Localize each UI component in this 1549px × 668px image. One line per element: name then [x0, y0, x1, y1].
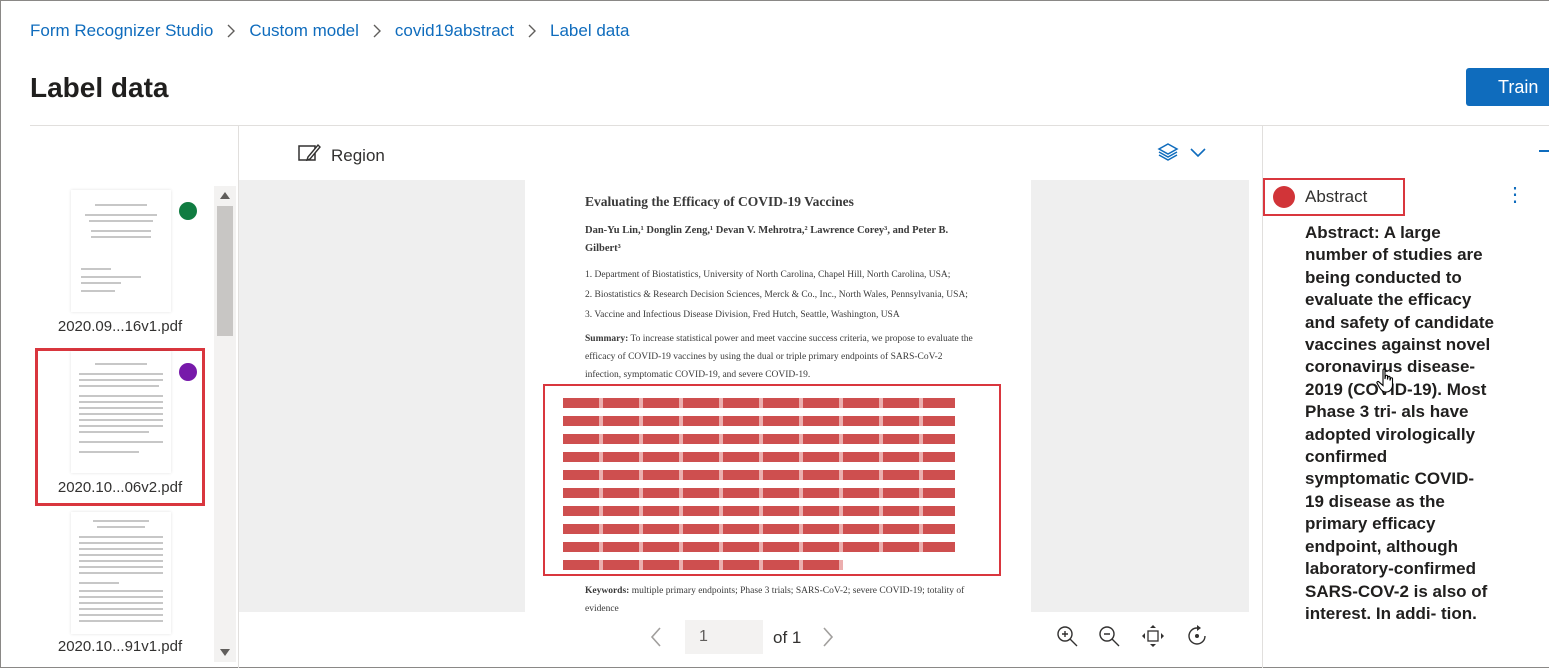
- layers-icon: [1157, 142, 1179, 167]
- doc-affiliation: 1. Department of Biostatistics, Universi…: [585, 270, 951, 280]
- breadcrumb-custom-model[interactable]: Custom model: [249, 21, 359, 41]
- doc-authors: Dan-Yu Lin,¹ Donglin Zeng,¹ Devan V. Meh…: [585, 225, 949, 254]
- page-count: of 1: [773, 628, 802, 647]
- scroll-down-icon[interactable]: [220, 649, 230, 656]
- chevron-down-icon: [1189, 146, 1207, 164]
- document-page[interactable]: Evaluating the Efficacy of COVID-19 Vacc…: [525, 180, 1031, 612]
- edit-region-icon: [297, 142, 321, 169]
- doc-keywords: Keywords: multiple primary endpoints; Ph…: [585, 582, 977, 612]
- chevron-right-icon: [372, 24, 382, 38]
- scroll-up-icon[interactable]: [220, 192, 230, 199]
- doc-affiliation: 3. Vaccine and Infectious Disease Divisi…: [585, 310, 900, 320]
- page-number-input[interactable]: [685, 620, 763, 654]
- region-tool-button[interactable]: Region: [297, 142, 385, 169]
- doc-keywords-text: multiple primary endpoints; Phase 3 tria…: [585, 586, 965, 612]
- doc-title: Evaluating the Efficacy of COVID-19 Vacc…: [585, 194, 854, 209]
- panel-accent: [1539, 150, 1549, 152]
- layers-button[interactable]: [1157, 142, 1207, 167]
- page-title: Label data: [30, 72, 169, 103]
- file-name: 2020.10...06v2.pdf: [57, 479, 183, 496]
- breadcrumb: Form Recognizer Studio Custom model covi…: [30, 21, 629, 41]
- chevron-right-icon[interactable]: [821, 626, 835, 653]
- chevron-left-icon[interactable]: [649, 626, 663, 653]
- field-value: Abstract: A large number of studies are …: [1305, 223, 1494, 623]
- pager: of 1: [239, 612, 1249, 668]
- document-canvas: Region Evaluating the Efficacy of COVID-…: [238, 126, 1249, 668]
- doc-affiliation: 2. Biostatistics & Research Decision Sci…: [585, 290, 968, 300]
- breadcrumb-label-data[interactable]: Label data: [550, 21, 629, 41]
- more-icon[interactable]: ⋮: [1505, 185, 1525, 205]
- rotate-icon[interactable]: [1185, 624, 1209, 653]
- doc-keywords-head: Keywords:: [585, 586, 630, 596]
- field-item-abstract[interactable]: Abstract: [1263, 178, 1405, 216]
- file-name: 2020.09...16v1.pdf: [57, 318, 183, 335]
- breadcrumb-project[interactable]: covid19abstract: [395, 21, 514, 41]
- hand-cursor-icon: [1376, 368, 1398, 399]
- fit-to-screen-icon[interactable]: [1141, 624, 1165, 653]
- file-thumbnail: [71, 351, 171, 473]
- field-name: Abstract: [1305, 187, 1368, 206]
- file-list-scrollbar[interactable]: [214, 186, 236, 662]
- file-item-selected[interactable]: 2020.10...06v2.pdf: [35, 348, 205, 506]
- scroll-thumb[interactable]: [217, 206, 233, 336]
- doc-summary-text: To increase statistical power and meet v…: [585, 334, 973, 380]
- file-item[interactable]: 2020.09...16v1.pdf: [38, 190, 202, 342]
- train-button[interactable]: Train: [1466, 68, 1549, 106]
- file-thumbnail: [71, 512, 171, 634]
- chevron-right-icon: [226, 24, 236, 38]
- file-status-dot: [179, 363, 197, 381]
- file-thumbnail: [71, 190, 171, 312]
- fields-panel: Abstract ⋮ Abstract: A large number of s…: [1262, 126, 1549, 668]
- region-tool-label: Region: [331, 145, 385, 165]
- file-status-dot: [179, 202, 197, 220]
- zoom-in-icon[interactable]: [1055, 624, 1079, 653]
- document-viewer[interactable]: Evaluating the Efficacy of COVID-19 Vacc…: [239, 180, 1249, 612]
- zoom-out-icon[interactable]: [1097, 624, 1121, 653]
- chevron-right-icon: [527, 24, 537, 38]
- doc-summary: Summary: To increase statistical power a…: [585, 330, 977, 384]
- file-name: 2020.10...91v1.pdf: [57, 638, 183, 655]
- breadcrumb-studio[interactable]: Form Recognizer Studio: [30, 21, 213, 41]
- doc-summary-head: Summary:: [585, 334, 629, 344]
- field-color-dot: [1273, 186, 1295, 208]
- file-item[interactable]: 2020.10...91v1.pdf: [38, 512, 202, 662]
- canvas-toolbar: Region: [239, 126, 1249, 180]
